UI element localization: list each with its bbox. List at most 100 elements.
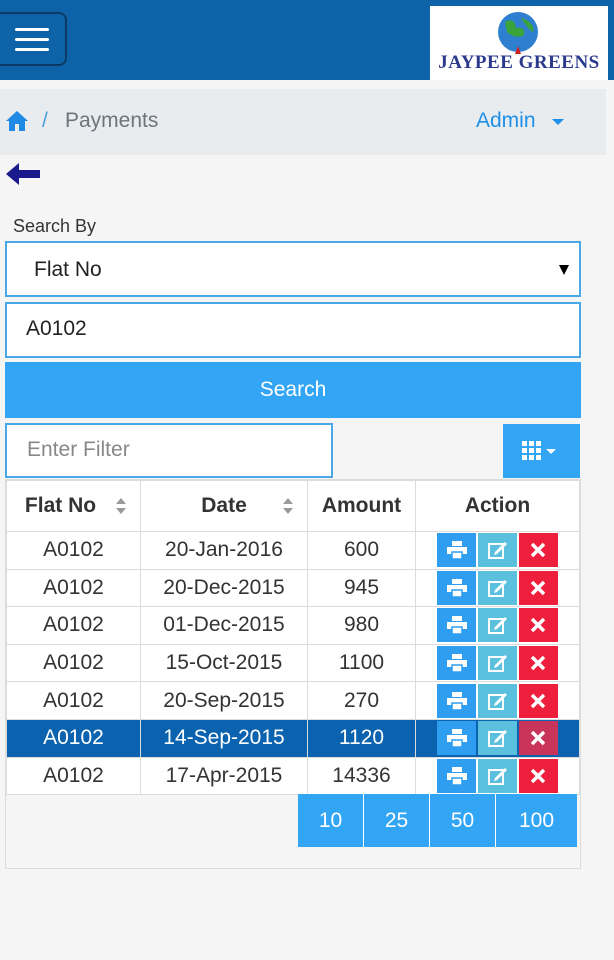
page-size-selector: 10 25 50 100 xyxy=(298,794,577,847)
edit-button[interactable] xyxy=(478,608,517,643)
cell-amount: 1120 xyxy=(307,718,416,758)
table-row[interactable]: A0102 20-Dec-2015 945 xyxy=(6,568,580,608)
print-button[interactable] xyxy=(437,646,476,681)
cell-flat-no: A0102 xyxy=(6,643,141,683)
print-button[interactable] xyxy=(437,608,476,643)
breadcrumb-current-page: Payments xyxy=(65,109,159,132)
cell-date: 20-Jan-2016 xyxy=(140,531,308,570)
menu-icon-bar xyxy=(15,38,49,41)
print-button[interactable] xyxy=(437,533,476,568)
cell-amount: 1100 xyxy=(307,643,416,683)
cell-actions xyxy=(415,681,580,720)
table-row[interactable]: A0102 14-Sep-2015 1120 xyxy=(6,718,580,758)
logo-text: JAYPEE GREENS xyxy=(438,52,600,73)
column-header-label: Action xyxy=(464,494,531,517)
table-row[interactable]: A0102 15-Oct-2015 1100 xyxy=(6,643,580,683)
cell-date: 15-Oct-2015 xyxy=(140,643,308,683)
payments-table: Flat No Date Amount Action A0102 20-Jan-2… xyxy=(6,480,580,796)
print-icon xyxy=(447,654,467,673)
search-by-label: Search By xyxy=(13,216,97,236)
dropdown-caret-icon xyxy=(559,265,569,275)
column-header-label: Date xyxy=(201,494,247,517)
print-button[interactable] xyxy=(437,570,476,605)
delete-button[interactable] xyxy=(519,721,558,756)
delete-icon xyxy=(530,618,546,633)
cell-date: 17-Apr-2015 xyxy=(140,756,308,796)
delete-button[interactable] xyxy=(519,570,558,605)
edit-button[interactable] xyxy=(478,646,517,681)
print-icon xyxy=(447,578,467,597)
menu-icon-bar xyxy=(15,48,49,51)
table-row[interactable]: A0102 17-Apr-2015 14336 xyxy=(6,756,580,796)
page-size-100-button[interactable]: 100 xyxy=(496,794,577,847)
delete-icon xyxy=(530,543,546,558)
delete-icon xyxy=(530,693,546,708)
column-toggle-button[interactable] xyxy=(503,424,580,478)
filter-input[interactable]: Enter Filter xyxy=(5,423,333,478)
admin-user-menu[interactable]: Admin xyxy=(476,109,536,133)
cell-amount: 270 xyxy=(307,681,416,720)
table-row[interactable]: A0102 01-Dec-2015 980 xyxy=(6,606,580,645)
table-row[interactable]: A0102 20-Sep-2015 270 xyxy=(6,681,580,720)
edit-icon xyxy=(488,767,507,785)
edit-button[interactable] xyxy=(478,758,517,793)
print-icon xyxy=(447,616,467,635)
cell-flat-no: A0102 xyxy=(6,531,141,570)
column-header-flat-no[interactable]: Flat No xyxy=(6,480,141,532)
home-icon[interactable] xyxy=(5,110,29,132)
chevron-down-icon[interactable] xyxy=(552,119,564,125)
print-icon xyxy=(447,541,467,560)
delete-icon xyxy=(530,655,546,671)
column-header-amount[interactable]: Amount xyxy=(307,480,416,532)
column-header-label: Amount xyxy=(321,494,402,517)
columns-grid-icon xyxy=(522,441,556,460)
cell-flat-no: A0102 xyxy=(6,568,141,608)
menu-toggle-button[interactable] xyxy=(0,12,67,66)
search-by-selected-value: Flat No xyxy=(34,258,102,281)
delete-button[interactable] xyxy=(519,646,558,681)
cell-flat-no: A0102 xyxy=(6,718,141,758)
edit-button[interactable] xyxy=(478,721,517,756)
edit-icon xyxy=(488,579,507,597)
edit-button[interactable] xyxy=(478,683,517,718)
cell-amount: 945 xyxy=(307,568,416,608)
breadcrumb-separator: / xyxy=(42,109,48,132)
cell-date: 20-Sep-2015 xyxy=(140,681,308,720)
brand-logo[interactable]: JAYPEE GREENS xyxy=(430,6,608,80)
page-size-10-button[interactable]: 10 xyxy=(298,794,364,847)
delete-button[interactable] xyxy=(519,608,558,643)
back-arrow-icon[interactable] xyxy=(6,162,40,186)
print-button[interactable] xyxy=(437,683,476,718)
print-button[interactable] xyxy=(437,721,476,756)
search-button[interactable]: Search xyxy=(5,362,581,418)
cell-actions xyxy=(415,718,580,758)
cell-flat-no: A0102 xyxy=(6,681,141,720)
breadcrumb: / Payments Admin xyxy=(0,89,606,155)
edit-button[interactable] xyxy=(478,533,517,568)
table-header-row: Flat No Date Amount Action xyxy=(6,480,580,532)
column-header-date[interactable]: Date xyxy=(140,480,308,532)
edit-icon xyxy=(488,655,507,673)
column-header-action: Action xyxy=(415,480,580,532)
delete-button[interactable] xyxy=(519,533,558,568)
delete-button[interactable] xyxy=(519,758,558,793)
delete-button[interactable] xyxy=(519,683,558,718)
edit-icon xyxy=(488,617,507,635)
edit-icon xyxy=(488,692,507,710)
search-value-input[interactable]: A0102 xyxy=(5,302,581,358)
search-by-select[interactable]: Flat No xyxy=(5,241,581,297)
sort-icon xyxy=(283,498,293,514)
table-row[interactable]: A0102 20-Jan-2016 600 xyxy=(6,531,580,570)
page-size-25-button[interactable]: 25 xyxy=(364,794,430,847)
cell-amount: 980 xyxy=(307,606,416,645)
cell-actions xyxy=(415,531,580,570)
cell-actions xyxy=(415,643,580,683)
page-size-50-button[interactable]: 50 xyxy=(430,794,496,847)
print-icon xyxy=(447,729,467,748)
cell-flat-no: A0102 xyxy=(6,606,141,645)
menu-icon-bar xyxy=(15,28,49,31)
edit-button[interactable] xyxy=(478,570,517,605)
print-icon xyxy=(447,691,467,710)
column-header-label: Flat No xyxy=(24,494,97,517)
print-button[interactable] xyxy=(437,758,476,793)
